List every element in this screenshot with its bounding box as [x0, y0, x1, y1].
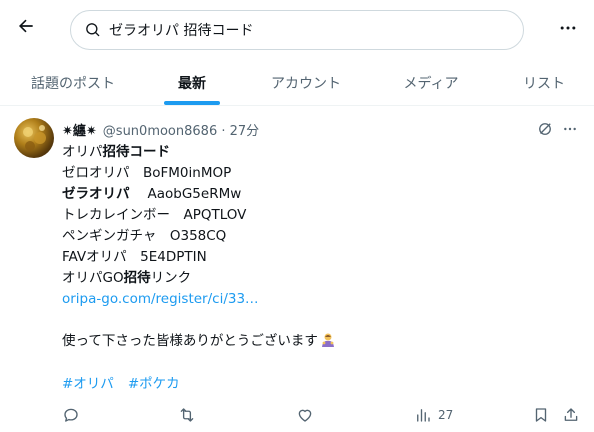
hashtags: #オリパ #ポケカ	[62, 372, 194, 392]
text-line: ゼラオリパ AaobG5eRMw	[62, 186, 242, 202]
grok-button[interactable]	[536, 120, 554, 138]
search-icon	[85, 21, 103, 39]
hashtag[interactable]: #オリパ	[62, 376, 114, 392]
display-name[interactable]: ✷纏✷	[62, 120, 97, 139]
more-icon	[564, 127, 576, 131]
reply-icon	[64, 408, 78, 422]
grok-icon	[539, 123, 551, 135]
active-tab-indicator	[164, 101, 220, 105]
back-arrow-icon	[19, 19, 33, 33]
tweet[interactable]: ✷纏✷ @sun0moon8686 · 27分 オリパ招待コード ゼロオリパ B…	[0, 106, 594, 432]
bookmark-button[interactable]	[532, 404, 550, 426]
tab-media[interactable]: メディア	[386, 60, 476, 105]
bookmark-icon	[535, 408, 547, 422]
tweet-actions: 27	[0, 404, 594, 428]
search-input[interactable]	[109, 22, 509, 38]
search-header	[0, 0, 594, 60]
text-line: ペンギンガチャ O358CQ	[62, 228, 227, 244]
retweet-button[interactable]	[178, 404, 196, 426]
tab-lists[interactable]: リスト	[508, 60, 580, 105]
views-icon	[417, 409, 430, 422]
share-button[interactable]	[562, 404, 580, 426]
text-line: oripa-go.com/register/ci/33…	[62, 289, 572, 310]
tweet-link[interactable]: oripa-go.com/register/ci/33…	[62, 291, 259, 307]
back-button[interactable]	[12, 12, 40, 40]
text-line: 使って下さった皆様ありがとうございます	[62, 331, 572, 352]
tab-people[interactable]: アカウント	[256, 60, 356, 105]
more-options-button[interactable]	[556, 16, 580, 40]
bowing-person-emoji-icon	[320, 332, 336, 348]
hashtag[interactable]: #ポケカ	[128, 376, 180, 392]
like-icon	[298, 409, 312, 422]
handle-and-time[interactable]: @sun0moon8686 · 27分	[103, 120, 259, 139]
text-line: オリパ招待コード	[62, 144, 170, 160]
like-button[interactable]	[296, 404, 314, 426]
avatar[interactable]	[14, 118, 54, 158]
text-line: トレカレインボー APQTLOV	[62, 207, 247, 223]
views-button[interactable]: 27	[414, 404, 453, 426]
reply-button[interactable]	[62, 404, 80, 426]
share-icon	[564, 408, 578, 421]
search-field[interactable]	[70, 10, 524, 50]
text-line: FAVオリパ 5E4DPTIN	[62, 249, 207, 265]
text-line: オリパGO招待リンク	[62, 270, 192, 286]
search-tabs: 話題のポスト 最新 アカウント メディア リスト	[0, 60, 594, 106]
tab-latest[interactable]: 最新	[150, 60, 234, 105]
tweet-text: オリパ招待コード ゼロオリパ BoFM0inMOP ゼラオリパ AaobG5eRM…	[62, 142, 572, 352]
views-count: 27	[438, 408, 454, 422]
tweet-more-button[interactable]	[560, 120, 580, 138]
tab-top[interactable]: 話題のポスト	[18, 60, 128, 105]
more-icon	[560, 26, 576, 30]
tweet-header: ✷纏✷ @sun0moon8686 · 27分	[62, 120, 259, 139]
text-line: ゼロオリパ BoFM0inMOP	[62, 165, 232, 181]
retweet-icon	[180, 408, 194, 422]
